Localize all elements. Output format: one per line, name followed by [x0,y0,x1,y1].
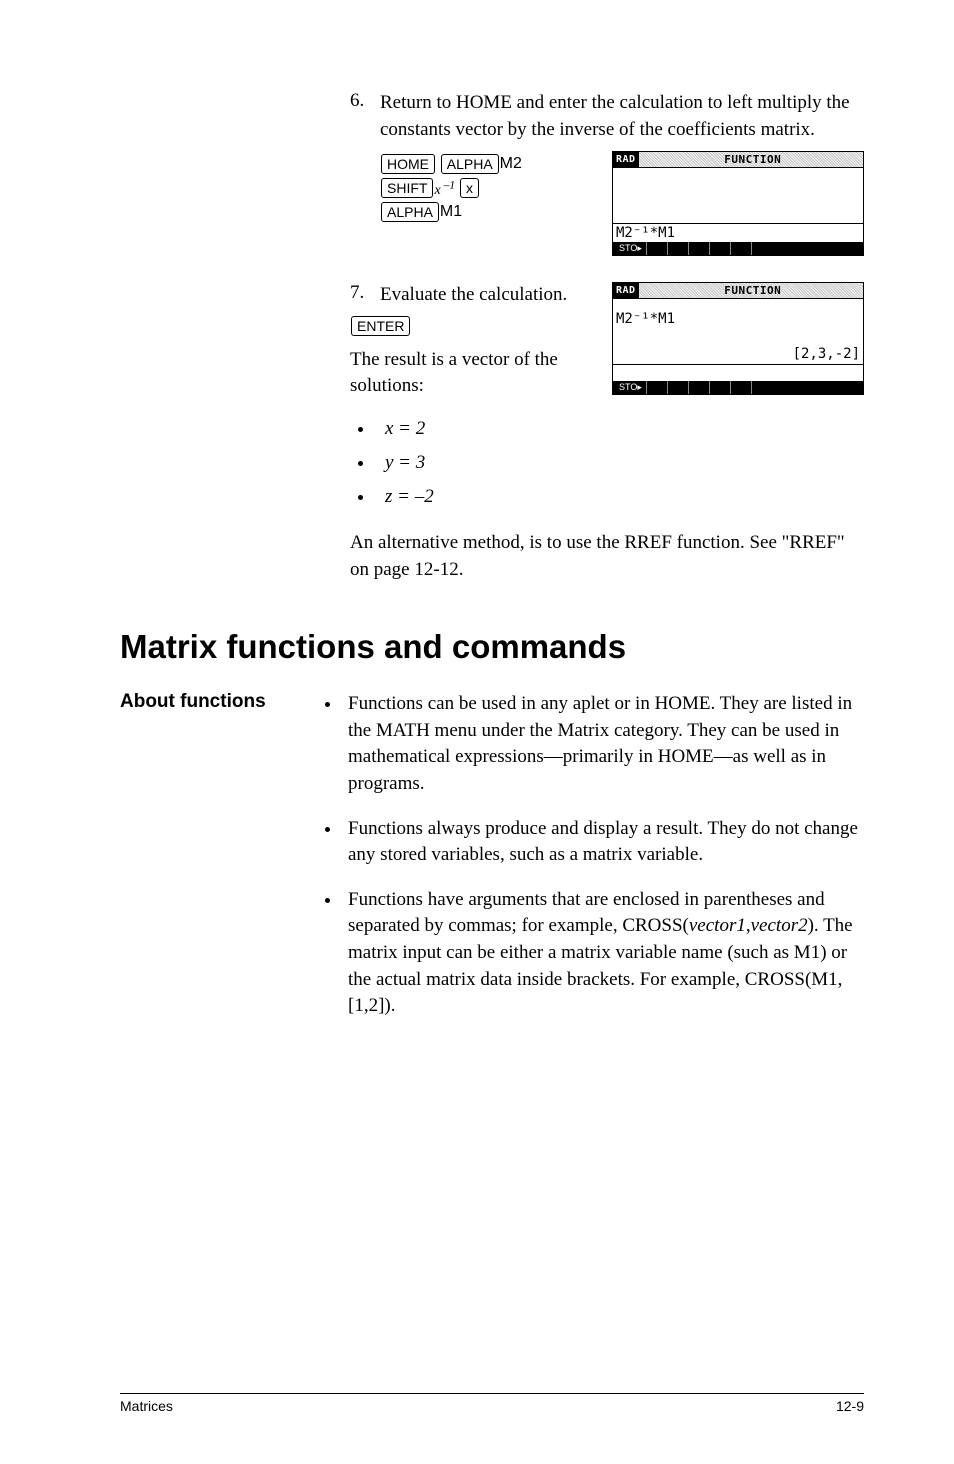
solutions-block: x = 2 y = 3 z = –2 [350,418,864,508]
enter-key: ENTER [351,316,410,336]
section-heading: Matrix functions and commands [120,628,864,666]
about-item-3: Functions have arguments that are enclos… [342,887,864,1020]
sto-menu: STO▸ [615,242,647,255]
x-key: x [460,178,479,198]
step-6-number: 6. [350,90,380,112]
about-item-2: Functions always produce and display a r… [342,816,864,869]
calc-screen-1: RAD FUNCTION M2⁻¹*M1 STO▸ [612,151,864,256]
shift-key: SHIFT [381,178,433,198]
screen-title-2: FUNCTION [643,283,863,298]
step-6: 6. Return to HOME and enter the calculat… [350,90,864,143]
rad-badge-2: RAD [613,283,639,298]
about-functions: About functions Functions can be used in… [120,691,864,1038]
step-6-keys: HOME ALPHAM2 SHIFTx –1 x ALPHAM1 [380,151,592,225]
history-expr: M2⁻¹*M1 [616,311,675,327]
rad-badge: RAD [613,152,639,167]
solution-z: z = –2 [375,486,864,508]
about-item-1: Functions can be used in any aplet or in… [342,691,864,797]
solution-y: y = 3 [375,452,864,474]
about-item-3-text: Functions have arguments that are enclos… [348,889,853,1016]
calc-input-line: M2⁻¹*M1 [613,223,863,242]
about-body: Functions can be used in any aplet or in… [320,691,864,1038]
step-7-row: 7. Evaluate the calculation. ENTER The r… [350,282,864,400]
x-inv-label: x –1 [434,183,455,198]
calc-screen-2: RAD FUNCTION M2⁻¹*M1 [2,3,-2] STO▸ [612,282,864,395]
step-7-text: Evaluate the calculation. [380,282,592,309]
step-6-detail: HOME ALPHAM2 SHIFTx –1 x ALPHAM1 RAD FUN… [350,151,864,256]
sto-menu-2: STO▸ [615,381,647,394]
alpha-key: ALPHA [441,154,499,174]
history-result: [2,3,-2] [793,346,860,362]
alpha-key-2: ALPHA [381,202,439,222]
result-intro: The result is a vector of the solutions: [350,347,592,400]
screen-title: FUNCTION [643,152,863,167]
alt-method-note: An alternative method, is to use the RRE… [350,530,864,583]
footer-page: 12-9 [836,1398,864,1414]
step-7-left: 7. Evaluate the calculation. ENTER The r… [350,282,592,400]
solution-x: x = 2 [375,418,864,440]
m2-text: M2 [500,155,522,172]
page-footer: Matrices 12-9 [120,1393,864,1414]
about-label: About functions [120,691,320,713]
footer-section: Matrices [120,1398,173,1414]
step-7-number: 7. [350,282,380,304]
calc-input-2 [613,364,863,381]
home-key: HOME [381,154,435,174]
m1-text: M1 [440,203,462,220]
step-6-text: Return to HOME and enter the calculation… [380,90,864,143]
